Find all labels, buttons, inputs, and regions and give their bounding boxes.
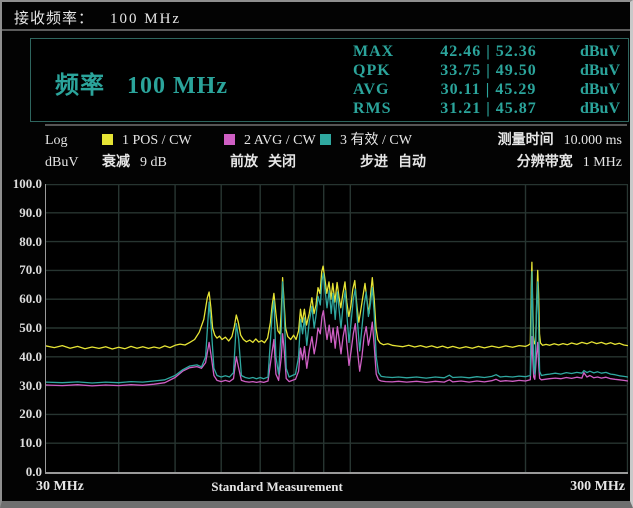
frequency-display[interactable]: 频率 100 MHz bbox=[55, 65, 228, 100]
y-tick-label: 40.0 bbox=[2, 349, 42, 364]
y-tick-label: 80.0 bbox=[2, 234, 42, 249]
meas-time-value: 10.000 ms bbox=[564, 133, 622, 148]
preamp-label: 前放 bbox=[230, 155, 258, 170]
y-tick-label: 60.0 bbox=[2, 291, 42, 306]
rbw-setting[interactable]: 分辨带宽 1 MHz bbox=[517, 155, 622, 171]
preamp-value: 关闭 bbox=[268, 155, 296, 170]
receive-frequency-readout[interactable]: 接收频率： 100 MHz bbox=[14, 7, 181, 28]
detector-name: MAX bbox=[353, 42, 415, 61]
detector-unit: dBuV bbox=[562, 99, 620, 118]
frequency-value: 100 MHz bbox=[127, 73, 228, 99]
trace-1-swatch-icon bbox=[102, 134, 113, 145]
detector-values: 42.46 | 52.36 bbox=[415, 42, 562, 61]
step-value: 自动 bbox=[398, 155, 426, 170]
detector-name: AVG bbox=[353, 80, 415, 99]
trace-1-label: 1 POS / CW bbox=[122, 133, 192, 148]
table-row: MAX 42.46 | 52.36 dBuV bbox=[353, 42, 620, 61]
scale-type-label: Log bbox=[45, 133, 68, 149]
frequency-label: 频率 bbox=[55, 73, 105, 99]
step-setting[interactable]: 步进自动 bbox=[360, 155, 426, 171]
table-row: QPK 33.75 | 49.50 dBuV bbox=[353, 61, 620, 80]
y-tick-label: 70.0 bbox=[2, 262, 42, 277]
measurement-summary-box: 频率 100 MHz MAX 42.46 | 52.36 dBuV QPK 33.… bbox=[30, 38, 629, 122]
y-tick-label: 10.0 bbox=[2, 435, 42, 450]
detector-values: 31.21 | 45.87 bbox=[415, 99, 562, 118]
detector-unit: dBuV bbox=[562, 42, 620, 61]
legend-divider bbox=[45, 124, 627, 126]
rbw-label: 分辨带宽 bbox=[517, 155, 573, 170]
meas-time-setting[interactable]: 测量时间 10.000 ms bbox=[498, 133, 622, 149]
detector-unit: dBuV bbox=[562, 80, 620, 99]
trace-3-swatch-icon bbox=[320, 134, 331, 145]
y-tick-label: 30.0 bbox=[2, 378, 42, 393]
measurement-mode-label: Standard Measurement bbox=[162, 479, 392, 495]
trace-2-label: 2 AVG / CW bbox=[244, 133, 316, 148]
detector-values: 30.11 | 45.29 bbox=[415, 80, 562, 99]
emi-receiver-screen: 接收频率： 100 MHz 频率 100 MHz MAX 42.46 | 52.36… bbox=[0, 0, 633, 508]
detector-name: QPK bbox=[353, 61, 415, 80]
attenuation-label: 衰减 bbox=[102, 155, 130, 170]
header-divider bbox=[2, 29, 630, 31]
detector-results-table: MAX 42.46 | 52.36 dBuV QPK 33.75 | 49.50… bbox=[353, 42, 620, 118]
attenuation-value: 9 dB bbox=[140, 155, 167, 170]
trace-3-legend[interactable]: 3 有效 / CW bbox=[320, 133, 412, 149]
y-tick-label: 90.0 bbox=[2, 205, 42, 220]
detector-unit: dBuV bbox=[562, 61, 620, 80]
y-tick-label: 100.0 bbox=[2, 176, 42, 191]
table-row: RMS 31.21 | 45.87 dBuV bbox=[353, 99, 620, 118]
legend-row-2: dBuV 衰减 9 dB 前放关闭 步进自动 分辨带宽 1 MHz bbox=[2, 155, 630, 172]
meas-time-label: 测量时间 bbox=[498, 133, 554, 148]
x-axis-end-label: 300 MHz bbox=[570, 479, 625, 495]
trace-3-label: 3 有效 / CW bbox=[340, 133, 412, 148]
y-unit-label: dBuV bbox=[45, 155, 78, 171]
trace-2-legend[interactable]: 2 AVG / CW bbox=[224, 133, 316, 149]
receive-frequency-value: 100 MHz bbox=[110, 11, 181, 27]
rbw-value: 1 MHz bbox=[583, 155, 622, 170]
legend-row-1: Log 1 POS / CW 2 AVG / CW 3 有效 / CW 测量时间… bbox=[2, 133, 630, 150]
detector-name: RMS bbox=[353, 99, 415, 118]
x-axis-start-label: 30 MHz bbox=[36, 479, 84, 495]
detector-values: 33.75 | 49.50 bbox=[415, 61, 562, 80]
trace-2-swatch-icon bbox=[224, 134, 235, 145]
spectrum-traces bbox=[46, 184, 628, 472]
attenuation-setting[interactable]: 衰减 9 dB bbox=[102, 155, 167, 171]
step-label: 步进 bbox=[360, 155, 388, 170]
table-row: AVG 30.11 | 45.29 dBuV bbox=[353, 80, 620, 99]
preamp-setting[interactable]: 前放关闭 bbox=[230, 155, 296, 171]
receive-frequency-label: 接收频率： bbox=[14, 11, 94, 27]
spectrum-plot bbox=[45, 184, 628, 474]
trace-1-legend[interactable]: 1 POS / CW bbox=[102, 133, 192, 149]
y-tick-label: 0.0 bbox=[2, 464, 42, 479]
y-tick-label: 50.0 bbox=[2, 320, 42, 335]
y-tick-label: 20.0 bbox=[2, 406, 42, 421]
